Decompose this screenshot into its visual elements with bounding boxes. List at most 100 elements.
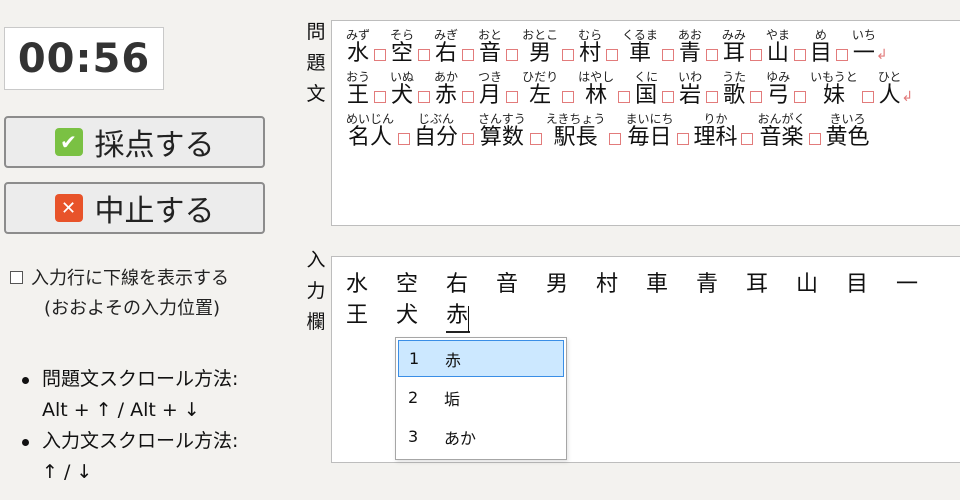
question-line: おう王いぬ犬あか赤つき月ひだり左はやし林くに国いわ岩うた歌ゆみ弓いもうと妹ひと人… [346, 71, 913, 109]
input-char: 犬 [396, 303, 419, 328]
separator-box [750, 91, 763, 103]
separator-box [705, 49, 718, 61]
question-word: め目 [810, 29, 832, 67]
line-return-icon: ↲ [875, 47, 888, 63]
question-word: めいじん 名人 [346, 113, 394, 151]
separator-box [462, 133, 475, 145]
grade-button[interactable]: ✔ 採点する [4, 116, 265, 168]
question-kanji: 水 [347, 41, 370, 66]
help-item: 問題文スクロール方法: Alt + ↑ / Alt + ↓ [22, 364, 292, 426]
input-char: 空 [396, 272, 419, 297]
question-kanji: 青 [678, 41, 701, 66]
separator-box [835, 49, 848, 61]
input-char: 目 [846, 272, 869, 297]
question-kanji: 駅長 [553, 125, 598, 150]
question-word: いぬ犬 [390, 71, 414, 109]
question-kanji: 毎日 [627, 125, 672, 150]
separator-box [374, 49, 387, 61]
question-kanji: 山 [766, 41, 789, 66]
input-char: 男 [546, 272, 569, 297]
input-char: 王 [346, 303, 369, 328]
question-word: おとこ男 [522, 29, 558, 67]
stop-button[interactable]: ✕ 中止する [4, 182, 265, 234]
question-word: おう王 [346, 71, 370, 109]
underline-option-sublabel: (おおよその入力位置) [44, 298, 221, 319]
question-kanji: 自分 [414, 125, 459, 150]
separator-box [462, 91, 475, 103]
help-title: 入力文スクロール方法: [42, 430, 239, 452]
question-word: えきちょう 駅長 [546, 113, 606, 151]
question-kanji: 国 [635, 83, 658, 108]
question-line: めいじん 名人 じぶん 自分 さんすう 算数 えきちょう 駅長 まいにち 毎日 りか 理科 おんがく 音楽… [346, 113, 870, 151]
question-kanji: 人 [878, 83, 901, 108]
question-kanji: 歌 [723, 83, 746, 108]
question-kanji: 一 [852, 41, 875, 66]
input-char: 水 [346, 272, 369, 297]
question-word: みず水 [346, 29, 370, 67]
separator-box [506, 91, 519, 103]
question-kanji: 右 [435, 41, 458, 66]
help-keys: Alt + ↑ / Alt + ↓ [42, 399, 200, 421]
separator-box [809, 133, 822, 145]
separator-box [741, 133, 754, 145]
question-word: さんすう 算数 [478, 113, 526, 151]
question-word: みぎ右 [434, 29, 458, 67]
candidate-item[interactable]: 2 垢 [398, 379, 564, 416]
check-icon: ✔ [54, 128, 83, 156]
separator-box [462, 49, 475, 61]
stop-button-label: 中止する [94, 194, 215, 229]
question-kanji: 左 [529, 83, 552, 108]
separator-box [506, 49, 519, 61]
question-word: おと音 [478, 29, 502, 67]
question-word: あか赤 [434, 71, 458, 109]
candidate-item[interactable]: 3 あか [398, 418, 564, 455]
question-kanji: 岩 [679, 83, 702, 108]
help-item: 入力文スクロール方法: ↑ / ↓ [22, 426, 292, 488]
question-kanji: 林 [585, 83, 608, 108]
input-line: 王犬赤 [346, 301, 496, 333]
input-label: 入 力 欄 [306, 249, 326, 333]
underline-checkbox[interactable] [10, 270, 23, 284]
close-icon: ✕ [54, 194, 83, 222]
candidate-item[interactable]: 1 赤 [398, 340, 564, 377]
question-kanji: 犬 [391, 83, 414, 108]
question-word: いち一 [852, 29, 876, 67]
text-caret [468, 306, 469, 332]
input-char: 右 [446, 272, 469, 297]
question-kanji: 理科 [693, 125, 738, 150]
grade-button-label: 採点する [94, 128, 215, 163]
question-kanji: 王 [347, 83, 370, 108]
input-char: 一 [896, 272, 919, 297]
input-char: 村 [596, 272, 619, 297]
question-word: はやし林 [578, 71, 614, 109]
separator-box [398, 133, 411, 145]
question-kanji: 弓 [767, 83, 790, 108]
input-char: 青 [696, 272, 719, 297]
question-word: ひと人 [878, 71, 902, 109]
question-word: ひだり左 [522, 71, 558, 109]
question-kanji: 村 [579, 41, 602, 66]
question-word: ゆみ弓 [766, 71, 790, 109]
separator-box [794, 91, 807, 103]
question-panel[interactable]: みず水そら空みぎ右おと音おとこ男むら村くるま車あお青みみ耳やま山め目いち一 ↲ お… [331, 20, 960, 226]
question-word: むら村 [578, 29, 602, 67]
separator-box [606, 49, 619, 61]
separator-box [529, 133, 542, 145]
separator-box [562, 91, 575, 103]
question-label: 問 題 文 [306, 21, 326, 105]
question-word: みみ耳 [722, 29, 746, 67]
question-word: つき月 [478, 71, 502, 109]
separator-box [661, 49, 674, 61]
question-kanji: 月 [479, 83, 502, 108]
question-word: うた歌 [722, 71, 746, 109]
input-line: 水空右音男村車青耳山目一 [346, 270, 946, 300]
question-word: おんがく 音楽 [757, 113, 805, 151]
question-word: くに国 [634, 71, 658, 109]
question-word: くるま車 [622, 29, 658, 67]
question-word: まいにち 毎日 [625, 113, 673, 151]
separator-box [662, 91, 675, 103]
underline-option-label: 入力行に下線を表示する [31, 268, 229, 289]
ime-candidate-list: 1 赤 2 垢 3 あか [395, 337, 567, 460]
question-word: やま山 [766, 29, 790, 67]
question-word: いわ岩 [678, 71, 702, 109]
